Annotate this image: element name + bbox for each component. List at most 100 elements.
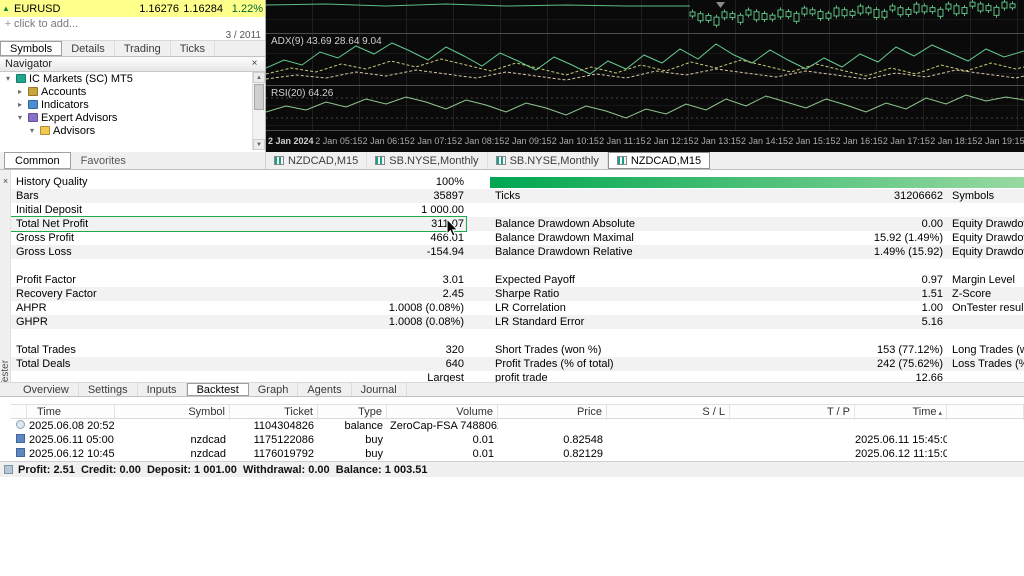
tester-tab-overview[interactable]: Overview	[14, 383, 79, 396]
scrollbar-thumb[interactable]	[254, 84, 264, 110]
tester-tab-graph[interactable]: Graph	[249, 383, 299, 396]
column-header-symbol[interactable]: Symbol	[115, 405, 230, 420]
metric-label-right	[952, 371, 1024, 382]
metric-value: Largest	[427, 372, 464, 382]
tester-result-row: History Quality 100%	[11, 175, 1024, 189]
market-watch-add-row[interactable]: + click to add...	[0, 17, 265, 30]
tree-item-indicators[interactable]: ▸ Indicators	[0, 98, 265, 111]
deal-volume: ZeroCap-FSA 74880626	[390, 420, 498, 432]
tester-tab-settings[interactable]: Settings	[79, 383, 138, 396]
bottom-tab-band: Common Favorites NZDCAD,M15 SB.NYSE,Monthl…	[0, 152, 1024, 170]
tree-item-expert-advisors[interactable]: ▾ Expert Advisors	[0, 111, 265, 124]
mouse-cursor	[446, 219, 459, 237]
tester-spacer-row	[11, 329, 1024, 343]
time-axis-label: 2 Jan 13:15	[693, 136, 741, 146]
chart-tab-nzdcad-m15[interactable]: NZDCAD,M15	[607, 152, 711, 169]
metric-label: Balance Drawdown Maximal	[495, 232, 634, 244]
tester-tab-inputs[interactable]: Inputs	[138, 383, 187, 396]
metric-label: Recovery Factor	[16, 288, 97, 300]
scroll-down-icon[interactable]: ▼	[253, 139, 265, 150]
tester-metric-mid: LR Standard Error 5.16	[490, 315, 945, 329]
scroll-up-icon[interactable]: ▲	[253, 72, 265, 83]
tester-metric-left: Recovery Factor 2.45	[11, 287, 466, 301]
chart-tab-sb-nyse-monthly[interactable]: SB.NYSE,Monthly	[367, 152, 488, 169]
summary-icon	[4, 465, 13, 474]
rsi-indicator-pane[interactable]: RSI(20) 64.26	[265, 85, 1024, 130]
time-axis-label: 2 Jan 06:15	[362, 136, 410, 146]
market-watch-tab-details[interactable]: Details	[62, 41, 115, 56]
caret-expanded-icon[interactable]: ▾	[3, 74, 13, 83]
metric-value: 0.00	[921, 218, 943, 230]
column-header-time-close[interactable]: Time ▴	[855, 405, 947, 420]
metric-value: 242 (75.62%)	[876, 358, 943, 370]
tester-result-row: Bars 35897 Ticks 31206662 Symbols	[11, 189, 1024, 203]
tree-item-accounts[interactable]: ▸ Accounts	[0, 85, 265, 98]
column-header-s-l[interactable]: S / L	[607, 405, 730, 420]
deal-row[interactable]: 2025.06.11 05:00:00 nzdcad 1175122086 buy 0.…	[11, 433, 1024, 447]
column-header-volume[interactable]: Volume	[387, 405, 498, 420]
column-header-time[interactable]: Time	[27, 405, 115, 420]
metric-label-right: OnTester resul	[952, 302, 1024, 314]
caret-collapsed-icon[interactable]: ▸	[15, 100, 25, 109]
adx-indicator-label: ADX(9) 43.69 28.64 9.04	[271, 36, 382, 47]
navigator-bottom-tabs: Common Favorites	[0, 152, 266, 169]
chart-time-axis[interactable]: 2 Jan 2024 2 Jan 05:15 2 Jan 06:15 2 Jan 07…	[266, 130, 1024, 152]
caret-expanded-icon[interactable]: ▾	[15, 113, 25, 122]
metric-label: LR Standard Error	[495, 316, 585, 328]
indicators-icon	[28, 100, 38, 109]
column-header-type[interactable]: Type	[318, 405, 387, 420]
deal-icon-cell	[11, 419, 27, 433]
history-quality-bar	[490, 176, 1024, 188]
column-header-price[interactable]: Price	[498, 405, 607, 420]
symbol-name: EURUSD	[14, 2, 61, 15]
price-pane[interactable]	[265, 0, 1024, 33]
chart-mini-icon	[375, 156, 386, 165]
caret-expanded-icon[interactable]: ▾	[27, 126, 37, 135]
deal-row[interactable]: 2025.06.08 20:52:53 1104304826 balance Zero…	[11, 419, 1024, 433]
backtest-results-table: History Quality 100% Bars 35897 Ticks 3120666…	[0, 170, 1024, 382]
column-header-ticket[interactable]: Ticket	[230, 405, 318, 420]
metric-value: 153 (77.12%)	[876, 344, 943, 356]
price-chart[interactable]: ADX(9) 43.69 28.64 9.04 RSI(20) 64.26 2 …	[265, 0, 1024, 152]
tester-result-row: Largest profit trade 12.66	[11, 371, 1024, 382]
tree-item-ic-markets-sc-mt5[interactable]: ▾ IC Markets (SC) MT5	[0, 72, 265, 85]
market-watch-row-eurusd[interactable]: ▲ EURUSD 1.16276 1.16284 1.22%	[0, 0, 265, 17]
chart-tab-nzdcad-m15[interactable]: NZDCAD,M15	[266, 152, 368, 169]
rsi-pane-canvas	[265, 94, 1024, 119]
tree-item-label: Advisors	[53, 124, 96, 137]
tree-item-label: IC Markets (SC) MT5	[29, 72, 133, 85]
navigator-close-button[interactable]: ×	[249, 58, 260, 70]
metric-label-right: Loss Trades (%	[952, 358, 1024, 370]
chart-tabs: NZDCAD,M15 SB.NYSE,Monthly SB.NYSE,Monthly…	[266, 152, 1024, 169]
adx-indicator-pane[interactable]: ADX(9) 43.69 28.64 9.04	[265, 33, 1024, 85]
metric-label: LR Correlation	[495, 302, 566, 314]
tree-item-advisors[interactable]: ▾ Advisors	[0, 124, 265, 137]
tester-tab-journal[interactable]: Journal	[352, 383, 407, 396]
chart-tab-label: SB.NYSE,Monthly	[509, 154, 599, 167]
market-watch-counter-row: 3 / 2011	[0, 30, 265, 41]
metric-value: 5.16	[921, 316, 943, 328]
sort-ascending-icon: ▴	[938, 410, 942, 417]
tester-tab-agents[interactable]: Agents	[298, 383, 352, 396]
deal-icon-cell	[11, 433, 27, 447]
navigator-tab-common[interactable]: Common	[4, 152, 71, 169]
caret-collapsed-icon[interactable]: ▸	[15, 87, 25, 96]
tester-metric-mid: Short Trades (won %) 153 (77.12%)	[490, 343, 945, 357]
market-watch-tabs: Symbols Details Trading Ticks	[0, 40, 265, 57]
close-results-button[interactable]: ×	[1, 176, 10, 186]
market-watch-tab-symbols[interactable]: Symbols	[0, 41, 63, 56]
tester-tab-backtest[interactable]: Backtest	[186, 383, 249, 396]
market-watch-tab-trading[interactable]: Trading	[115, 41, 171, 56]
market-watch-tab-ticks[interactable]: Ticks	[171, 41, 215, 56]
navigator-tab-favorites[interactable]: Favorites	[71, 152, 136, 169]
platform-icon	[16, 74, 26, 83]
tester-result-row: Profit Factor 3.01 Expected Payoff 0.97 Marg…	[11, 273, 1024, 287]
deal-row[interactable]: 2025.06.12 10:45:00 nzdcad 1176019792 buy 0.…	[11, 447, 1024, 461]
chart-tab-label: NZDCAD,M15	[630, 154, 702, 167]
column-header-t-p[interactable]: T / P	[730, 405, 855, 420]
navigator-scrollbar[interactable]: ▲ ▼	[252, 72, 265, 150]
tester-metric-mid: Ticks 31206662	[490, 189, 945, 203]
tester-metric-left: Total Net Profit311.07	[10, 216, 467, 232]
chart-tab-sb-nyse-monthly[interactable]: SB.NYSE,Monthly	[488, 152, 608, 169]
deals-header-row: Time Symbol Ticket Type Volume Price S / LT / …	[11, 404, 1024, 420]
